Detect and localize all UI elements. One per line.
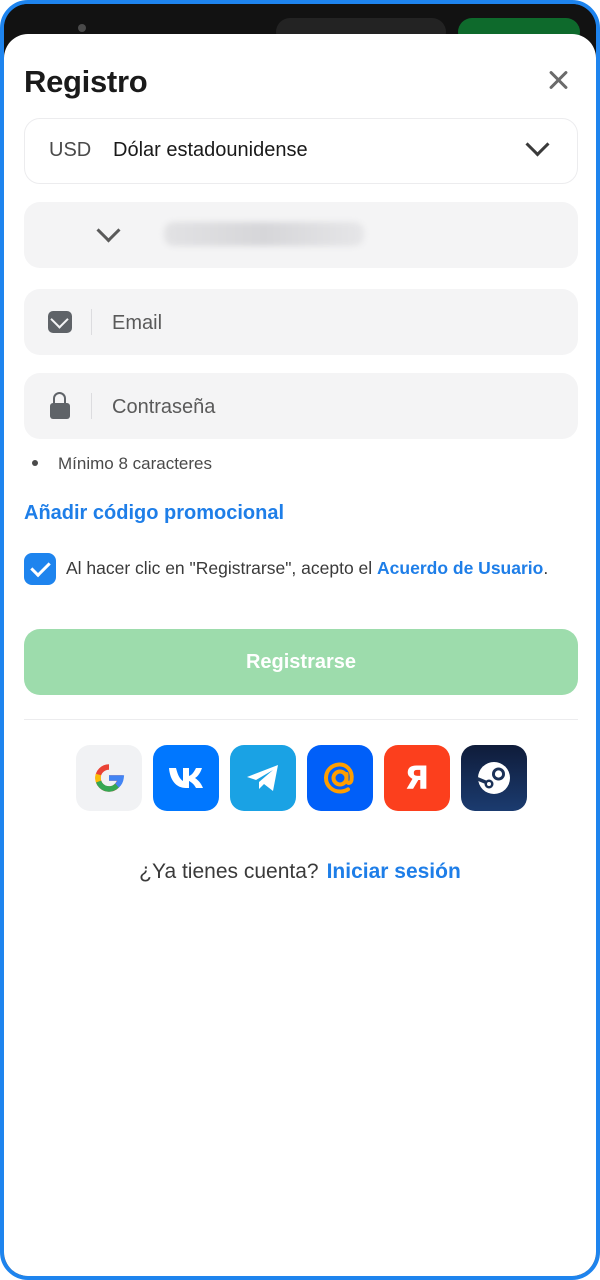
bullet-icon: [32, 459, 38, 466]
country-chevron-down-icon[interactable]: [96, 218, 121, 243]
password-hint-text: Mínimo 8 caracteres: [58, 454, 212, 473]
camera-dot: [78, 24, 86, 32]
telegram-login-button[interactable]: [230, 745, 296, 811]
field-separator: [91, 309, 92, 335]
chevron-down-icon: [525, 132, 550, 157]
field-separator: [91, 393, 92, 419]
password-field[interactable]: [24, 373, 578, 441]
yandex-login-button[interactable]: Я: [384, 745, 450, 811]
divider: [24, 719, 578, 720]
google-login-button[interactable]: [76, 745, 142, 811]
lock-icon: [50, 392, 70, 419]
google-icon: [95, 764, 125, 792]
yandex-glyph: Я: [405, 759, 430, 797]
yandex-icon: Я: [405, 759, 430, 797]
telegram-icon: [247, 765, 278, 791]
signin-question: ¿Ya tienes cuenta?: [139, 860, 319, 883]
phone-number-blurred: [164, 222, 364, 246]
signin-prompt: ¿Ya tienes cuenta? Iniciar sesión: [4, 860, 596, 884]
signin-link[interactable]: Iniciar sesión: [327, 860, 461, 883]
vk-icon: [169, 768, 203, 788]
vk-login-button[interactable]: [153, 745, 219, 811]
agreement-text: Al hacer clic en "Registrarse", acepto e…: [66, 556, 566, 581]
password-input[interactable]: [110, 373, 554, 441]
phone-field[interactable]: [24, 202, 578, 268]
mail-ru-icon: [323, 762, 354, 794]
agreement-suffix: .: [543, 558, 549, 578]
envelope-icon: [48, 311, 72, 333]
register-button[interactable]: Registrarse: [24, 629, 578, 695]
agreement-text-body: Al hacer clic en "Registrarse", acepto e…: [66, 558, 378, 578]
steam-icon: [476, 762, 510, 794]
currency-select[interactable]: USD Dólar estadounidense: [24, 118, 578, 184]
mail-ru-login-button[interactable]: [307, 745, 373, 811]
page-title: Registro: [24, 64, 148, 99]
steam-login-button[interactable]: [461, 745, 527, 811]
email-field[interactable]: [24, 289, 578, 357]
phone-frame: Registro USD Dólar estadounidense Mínimo…: [0, 0, 600, 1280]
add-promo-code-link[interactable]: Añadir código promocional: [24, 502, 284, 525]
agreement-checkbox[interactable]: [24, 553, 56, 585]
email-input[interactable]: [110, 289, 554, 357]
user-agreement-link[interactable]: Acuerdo de Usuario: [377, 558, 543, 578]
close-icon[interactable]: [542, 64, 574, 96]
currency-name: Dólar estadounidense: [113, 139, 308, 161]
currency-code: USD: [49, 139, 92, 161]
password-hint: Mínimo 8 caracteres: [32, 454, 212, 474]
registration-sheet: Registro USD Dólar estadounidense Mínimo…: [4, 34, 596, 1276]
